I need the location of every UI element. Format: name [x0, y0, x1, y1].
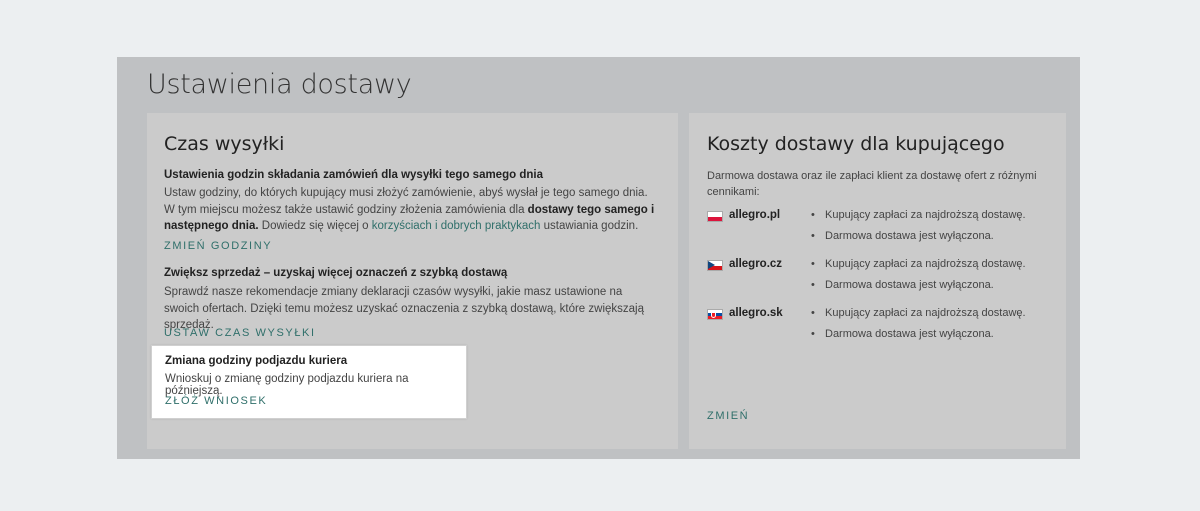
same-day-text-end: ustawiania godzin.: [540, 220, 639, 232]
set-shipping-time-button[interactable]: USTAW CZAS WYSYŁKI: [164, 327, 316, 339]
courier-change-highlight: Zmiana godziny podjazdu kuriera Wnioskuj…: [151, 345, 467, 419]
slovakia-flag-icon: [707, 309, 723, 320]
poland-flag-icon: [707, 211, 723, 222]
change-delivery-costs-button[interactable]: ZMIEŃ: [707, 410, 749, 422]
settings-panel: Ustawienia dostawy Czas wysyłki Ustawien…: [117, 57, 1080, 459]
page-title: Ustawienia dostawy: [147, 69, 412, 100]
market-rules: Kupujący zapłaci za najdroższą dostawę. …: [811, 307, 1061, 349]
market-name: allegro.sk: [729, 307, 783, 319]
card-title: Koszty dostawy dla kupującego: [707, 133, 1005, 155]
list-item: Kupujący zapłaci za najdroższą dostawę.: [811, 209, 1061, 230]
market-rules: Kupujący zapłaci za najdroższą dostawę. …: [811, 258, 1061, 300]
czech-flag-icon: [707, 260, 723, 271]
learn-more-text: Dowiedz się więcej o: [258, 220, 372, 232]
courier-change-heading: Zmiana godziny podjazdu kuriera: [165, 355, 348, 367]
market-name: allegro.pl: [729, 209, 781, 221]
list-item: Kupujący zapłaci za najdroższą dostawę.: [811, 307, 1061, 328]
submit-request-button[interactable]: ZŁÓŻ WNIOSEK: [165, 395, 267, 407]
same-day-heading: Ustawienia godzin składania zamówień dla…: [164, 169, 543, 181]
increase-sales-heading: Zwiększ sprzedaż – uzyskaj więcej oznacz…: [164, 267, 508, 279]
best-practices-link[interactable]: korzyściach i dobrych praktykach: [372, 220, 541, 232]
courier-change-description: Wnioskuj o zmianę godziny podjazdu kurie…: [165, 373, 409, 397]
list-item: Darmowa dostawa jest wyłączona.: [811, 230, 1061, 251]
list-item: Kupujący zapłaci za najdroższą dostawę.: [811, 258, 1061, 279]
market-rules: Kupujący zapłaci za najdroższą dostawę. …: [811, 209, 1061, 251]
delivery-costs-card: Koszty dostawy dla kupującego Darmowa do…: [689, 113, 1066, 449]
list-item: Darmowa dostawa jest wyłączona.: [811, 279, 1061, 300]
same-day-description: Ustaw godziny, do których kupujący musi …: [164, 185, 659, 235]
change-hours-button[interactable]: ZMIEŃ GODZINY: [164, 240, 272, 252]
list-item: Darmowa dostawa jest wyłączona.: [811, 328, 1061, 349]
market-name: allegro.cz: [729, 258, 783, 270]
delivery-costs-intro: Darmowa dostawa oraz ile zapłaci klient …: [707, 170, 1037, 198]
card-title: Czas wysyłki: [164, 133, 285, 155]
